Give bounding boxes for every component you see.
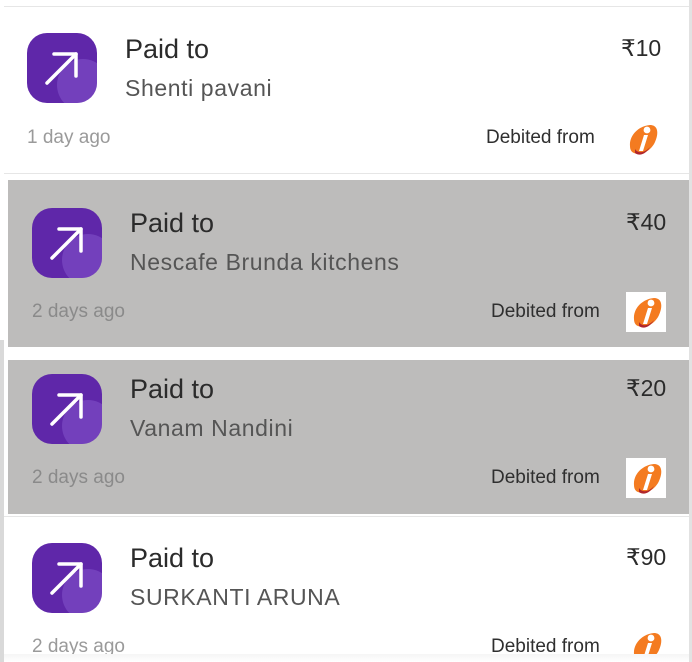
transaction-amount: ₹40 <box>626 209 667 235</box>
transaction-history-list: Paid to Shenti pavani ₹10 1 day ago Debi… <box>0 0 692 662</box>
transaction-time: 1 day ago <box>27 127 111 148</box>
debited-from-label: Debited from <box>491 301 600 322</box>
recipient-name: Vanam Nandini <box>130 415 294 441</box>
transaction-title: Paid to <box>125 34 210 64</box>
transaction-title: Paid to <box>130 208 215 238</box>
recipient-name: Nescafe Brunda kitchens <box>130 249 400 275</box>
transaction-time: 2 days ago <box>32 467 125 488</box>
recipient-name: Shenti pavani <box>125 75 273 101</box>
arrow-up-right-icon <box>32 374 102 444</box>
arrow-up-right-icon <box>32 208 102 278</box>
debited-from-label: Debited from <box>491 467 600 488</box>
transaction-item[interactable]: Paid to Nescafe Brunda kitchens ₹40 2 da… <box>8 180 689 347</box>
arrow-up-right-icon <box>32 543 102 613</box>
list-fade <box>4 654 689 662</box>
transaction-item[interactable]: Paid to Vanam Nandini ₹20 2 days ago Deb… <box>8 360 689 514</box>
icici-bank-logo <box>629 125 658 155</box>
icici-bank-logo <box>626 458 666 498</box>
recipient-name: SURKANTI ARUNA <box>130 584 341 610</box>
transaction-item[interactable]: Paid to SURKANTI ARUNA ₹90 2 days ago De… <box>4 516 689 662</box>
transaction-amount: ₹10 <box>621 35 662 61</box>
transaction-title: Paid to <box>130 543 215 573</box>
transaction-amount: ₹90 <box>626 544 667 570</box>
arrow-up-right-icon <box>27 33 97 103</box>
icici-bank-logo <box>626 292 666 332</box>
debited-from-label: Debited from <box>486 127 595 148</box>
transaction-title: Paid to <box>130 374 215 404</box>
transaction-item[interactable]: Paid to Shenti pavani ₹10 1 day ago Debi… <box>4 6 689 174</box>
transaction-amount: ₹20 <box>626 375 667 401</box>
transaction-time: 2 days ago <box>32 301 125 322</box>
